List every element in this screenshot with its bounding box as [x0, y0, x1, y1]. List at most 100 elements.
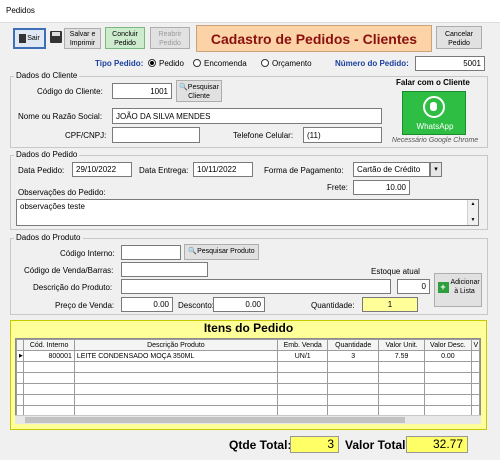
cancelar-label: Cancelar Pedido [444, 31, 473, 47]
codigo-interno-field[interactable] [121, 245, 181, 260]
preco-label: Preço de Venda: [55, 301, 115, 310]
frete-label: Frete: [327, 183, 348, 192]
table-row[interactable] [16, 361, 480, 373]
magnifier-icon: 🔍 [188, 248, 198, 255]
cell-valor-desc: 0.00 [424, 350, 472, 362]
whatsapp-button[interactable]: WhatsApp [402, 91, 466, 135]
codigo-cliente-label: Código do Cliente: [37, 87, 103, 96]
cell-descricao: LEITE CONDENSADO MOÇA 350ML [73, 350, 278, 362]
produto-legend: Dados do Produto [14, 233, 83, 242]
codigo-interno-label: Código Interno: [60, 249, 115, 258]
whatsapp-icon [423, 96, 445, 118]
table-row[interactable] [16, 394, 480, 406]
forma-pagamento-label: Forma de Pagamento: [264, 166, 344, 175]
radio-encomenda-label: Encomenda [204, 59, 247, 68]
codigo-barras-label: Código de Venda/Barras: [24, 266, 114, 275]
cell-v [470, 350, 480, 362]
radio-encomenda[interactable] [193, 59, 201, 67]
chevron-down-icon[interactable]: ▾ [430, 162, 442, 177]
radio-orcamento[interactable] [261, 59, 269, 67]
observacoes-label: Observações do Pedido: [18, 188, 106, 197]
numero-pedido-label: Número do Pedido: [335, 59, 409, 68]
codigo-cliente-field[interactable]: 1001 [112, 83, 172, 99]
itens-grid[interactable]: Cód. Interno Descrição Produto Emb. Vend… [15, 338, 481, 424]
grid-horizontal-scrollbar[interactable] [15, 415, 481, 424]
desconto-label: Desconto: [178, 301, 215, 310]
descricao-label: Descrição do Produto: [33, 283, 113, 292]
itens-title: Itens do Pedido [203, 321, 294, 335]
exit-icon [19, 33, 27, 43]
telefone-label: Telefone Celular: [233, 131, 294, 140]
reabrir-label: Reabrir Pedido [158, 31, 182, 47]
cell-valor-unit: 7.59 [377, 350, 426, 362]
pesquisar-cliente-button[interactable]: 🔍Pesquisar Cliente [176, 80, 222, 102]
adicionar-label: Adicionar à Lista [450, 279, 480, 295]
data-entrega-field[interactable]: 10/11/2022 [193, 162, 253, 177]
radio-orcamento-label: Orçamento [272, 59, 312, 68]
forma-pagamento-select[interactable]: Cartão de Crédito [353, 162, 430, 177]
cell-codigo: 800001 [23, 350, 75, 362]
qtde-total-field: 3 [290, 436, 339, 453]
col-v[interactable]: V [470, 339, 480, 351]
pesquisar-produto-label: Pesquisar Produto [197, 248, 255, 255]
qtde-total-label: Qtde Total: [229, 438, 292, 452]
reabrir-pedido-button[interactable]: Reabrir Pedido [150, 27, 190, 49]
tipo-pedido-label: Tipo Pedido: [95, 59, 144, 68]
quantidade-field[interactable]: 1 [362, 297, 418, 312]
col-quantidade[interactable]: Quantidade [327, 339, 379, 351]
data-pedido-field[interactable]: 29/10/2022 [72, 162, 132, 177]
codigo-barras-field[interactable] [121, 262, 208, 277]
observacoes-scrollbar[interactable]: ▲ ▼ [467, 200, 478, 225]
table-row[interactable] [16, 372, 480, 384]
adicionar-lista-button[interactable]: + Adicionar à Lista [434, 273, 482, 307]
save-disk-icon [50, 31, 62, 43]
table-row[interactable] [16, 383, 480, 395]
cpf-label: CPF/CNPJ: [65, 131, 107, 140]
col-valor-desc[interactable]: Valor Desc. [424, 339, 472, 351]
nome-field[interactable]: JOÃO DA SILVA MENDES [112, 108, 382, 124]
cell-quantidade: 3 [327, 350, 379, 362]
estoque-field: 0 [397, 279, 430, 294]
pesquisar-produto-button[interactable]: 🔍Pesquisar Produto [184, 244, 259, 260]
numero-pedido-field[interactable]: 5001 [415, 56, 485, 71]
col-codigo[interactable]: Cód. Interno [23, 339, 75, 351]
sair-label: Sair [27, 35, 40, 42]
concluir-pedido-button[interactable]: Concluir Pedido [105, 27, 145, 49]
radio-pedido[interactable] [148, 59, 156, 67]
col-valor-unit[interactable]: Valor Unit. [377, 339, 426, 351]
data-entrega-label: Data Entrega: [139, 166, 189, 175]
nome-label: Nome ou Razão Social: [18, 112, 103, 121]
page-title: Cadastro de Pedidos - Clientes [196, 25, 432, 52]
pesquisar-cliente-label: Pesquisar Cliente [187, 84, 219, 100]
salvar-imprimir-button[interactable]: Salvar e Imprimir [64, 28, 101, 49]
telefone-field[interactable]: (11) [303, 127, 382, 143]
valor-total-field: 32.77 [406, 436, 468, 453]
window-titlebar: Pedidos [0, 0, 500, 23]
grid-corner [16, 339, 25, 351]
valor-total-label: Valor Total: [345, 438, 410, 452]
col-emb[interactable]: Emb. Venda [276, 339, 329, 351]
observacoes-textarea[interactable]: observações teste [16, 199, 479, 226]
table-row[interactable]: ▶ 800001 LEITE CONDENSADO MOÇA 350ML UN/… [16, 350, 480, 362]
frete-field[interactable]: 10.00 [353, 180, 410, 195]
chrome-note: Necessário Google Chrome [391, 137, 479, 144]
add-icon: + [437, 281, 449, 293]
sair-button[interactable]: Sair [13, 28, 46, 49]
estoque-label: Estoque atual [371, 267, 420, 276]
radio-pedido-label: Pedido [159, 59, 184, 68]
cpf-field[interactable] [112, 127, 200, 143]
data-pedido-label: Data Pedido: [18, 166, 65, 175]
magnifier-icon: 🔍 [179, 84, 188, 91]
row-indicator: ▶ [16, 350, 25, 362]
whatsapp-text: WhatsApp [416, 122, 454, 131]
salvar-label: Salvar e Imprimir [69, 31, 96, 47]
pedido-legend: Dados do Pedido [14, 150, 80, 159]
col-descricao[interactable]: Descrição Produto [73, 339, 278, 351]
cancelar-pedido-button[interactable]: Cancelar Pedido [436, 26, 482, 49]
concluir-label: Concluir Pedido [112, 31, 138, 47]
descricao-field[interactable] [121, 279, 391, 294]
preco-field[interactable]: 0.00 [121, 297, 173, 312]
desconto-field[interactable]: 0.00 [213, 297, 265, 312]
window-title: Pedidos [6, 6, 35, 15]
cell-emb: UN/1 [276, 350, 329, 362]
